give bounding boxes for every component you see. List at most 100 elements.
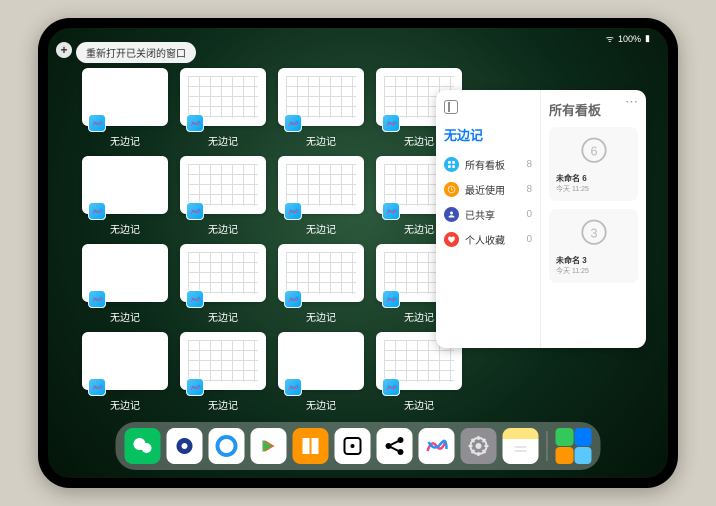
board-card[interactable]: 6 未命名 6今天 11:25 (549, 127, 638, 201)
window-thumbnail[interactable]: 无边记 (82, 68, 168, 148)
thumbnail-preview (180, 156, 266, 214)
freeform-icon (186, 378, 204, 396)
item-count: 0 (526, 234, 532, 245)
battery-label: 100% (618, 34, 641, 44)
thumbnail-preview (82, 156, 168, 214)
window-thumbnail[interactable]: 无边记 (278, 68, 364, 148)
ipad-device: ᯤ 100% ▮ + 重新打开已关闭的窗口 无边记无边记无边记无边记无边记无边记… (38, 18, 678, 488)
window-label: 无边记 (404, 133, 434, 148)
item-label: 最近使用 (465, 182, 505, 197)
freeform-icon (284, 290, 302, 308)
heart-icon (444, 232, 459, 247)
dock-app-quark[interactable] (167, 428, 203, 464)
item-label: 所有看板 (465, 157, 505, 172)
wifi-icon: ᯤ (606, 32, 614, 45)
panel-left-title: 无边记 (444, 125, 532, 144)
thumbnail-preview (82, 244, 168, 302)
app-library-icon[interactable] (556, 428, 592, 464)
freeform-icon (88, 114, 106, 132)
dock (116, 422, 601, 470)
thumbnail-preview (180, 68, 266, 126)
thumbnail-preview (82, 68, 168, 126)
window-thumbnail[interactable]: 无边记 (82, 156, 168, 236)
dock-app-wechat[interactable] (125, 428, 161, 464)
card-subtitle: 今天 11:25 (556, 266, 589, 276)
window-label: 无边记 (306, 309, 336, 324)
dock-app-notes[interactable] (503, 428, 539, 464)
freeform-icon (186, 290, 204, 308)
freeform-icon (284, 202, 302, 220)
more-icon[interactable]: ⋯ (625, 94, 638, 110)
dock-app-youku[interactable] (251, 428, 287, 464)
status-bar: ᯤ 100% ▮ (606, 32, 650, 45)
window-thumbnail[interactable]: 无边记 (180, 244, 266, 324)
dock-app-qq-browser[interactable] (209, 428, 245, 464)
freeform-icon (382, 290, 400, 308)
sidebar-toggle-icon[interactable] (444, 100, 458, 114)
window-thumbnail[interactable]: 无边记 (278, 244, 364, 324)
item-count: 0 (526, 209, 532, 220)
item-label: 个人收藏 (465, 232, 505, 247)
card-subtitle: 今天 11:25 (556, 184, 589, 194)
window-label: 无边记 (110, 397, 140, 412)
thumbnail-preview (180, 244, 266, 302)
add-button[interactable]: + (56, 42, 72, 58)
dock-app-settings[interactable] (461, 428, 497, 464)
sidebar-item[interactable]: 最近使用 8 (444, 177, 532, 202)
window-label: 无边记 (208, 221, 238, 236)
dock-app-freeform[interactable] (419, 428, 455, 464)
window-thumbnail[interactable]: 无边记 (278, 156, 364, 236)
dock-app-books[interactable] (293, 428, 329, 464)
svg-text:6: 6 (590, 145, 597, 159)
thumbnail-preview (278, 332, 364, 390)
clock-icon (444, 182, 459, 197)
freeform-icon (88, 290, 106, 308)
sidebar-item[interactable]: 个人收藏 0 (444, 227, 532, 252)
sidebar-panel: 无边记 所有看板8最近使用8已共享0个人收藏0 ⋯ 所有看板 6未命名 6今天 … (436, 90, 646, 348)
freeform-icon (88, 378, 106, 396)
sidebar-item[interactable]: 所有看板8 (444, 152, 532, 177)
panel-left: 无边记 所有看板8 最近使用 8 已共享0 个人收藏 0 (436, 90, 541, 348)
window-label: 无边记 (306, 397, 336, 412)
window-label: 无边记 (208, 309, 238, 324)
freeform-icon (186, 202, 204, 220)
freeform-icon (382, 378, 400, 396)
window-label: 无边记 (404, 221, 434, 236)
window-label: 无边记 (404, 309, 434, 324)
window-thumbnail[interactable]: 无边记 (278, 332, 364, 412)
panel-right: ⋯ 所有看板 6未命名 6今天 11:253未命名 3今天 11:25 (541, 90, 646, 348)
window-label: 无边记 (404, 397, 434, 412)
thumbnail-preview (278, 156, 364, 214)
window-thumbnail[interactable]: 无边记 (180, 156, 266, 236)
freeform-icon (284, 378, 302, 396)
window-label: 无边记 (110, 133, 140, 148)
thumbnail-preview (180, 332, 266, 390)
window-label: 无边记 (110, 309, 140, 324)
people-icon (444, 207, 459, 222)
thumbnail-preview (278, 244, 364, 302)
card-title: 未命名 3 (556, 255, 587, 266)
window-label: 无边记 (306, 221, 336, 236)
dock-app-share[interactable] (377, 428, 413, 464)
freeform-icon (382, 114, 400, 132)
window-thumbnail[interactable]: 无边记 (180, 68, 266, 148)
sidebar-item[interactable]: 已共享0 (444, 202, 532, 227)
dock-app-dice[interactable] (335, 428, 371, 464)
screen: ᯤ 100% ▮ + 重新打开已关闭的窗口 无边记无边记无边记无边记无边记无边记… (48, 28, 668, 478)
window-label: 无边记 (208, 397, 238, 412)
freeform-icon (284, 114, 302, 132)
window-thumbnail[interactable]: 无边记 (82, 244, 168, 324)
board-card[interactable]: 3 未命名 3今天 11:25 (549, 209, 638, 283)
window-label: 无边记 (306, 133, 336, 148)
item-count: 8 (526, 184, 532, 195)
card-title: 未命名 6 (556, 173, 587, 184)
svg-text:3: 3 (590, 227, 597, 241)
freeform-icon (88, 202, 106, 220)
window-thumbnail[interactable]: 无边记 (180, 332, 266, 412)
window-thumbnail[interactable]: 无边记 (82, 332, 168, 412)
sketch-preview: 3 (575, 216, 613, 252)
thumbnail-preview (82, 332, 168, 390)
window-label: 无边记 (110, 221, 140, 236)
reopen-label: 重新打开已关闭的窗口 (86, 45, 186, 60)
reopen-closed-window-button[interactable]: 重新打开已关闭的窗口 (76, 42, 196, 63)
